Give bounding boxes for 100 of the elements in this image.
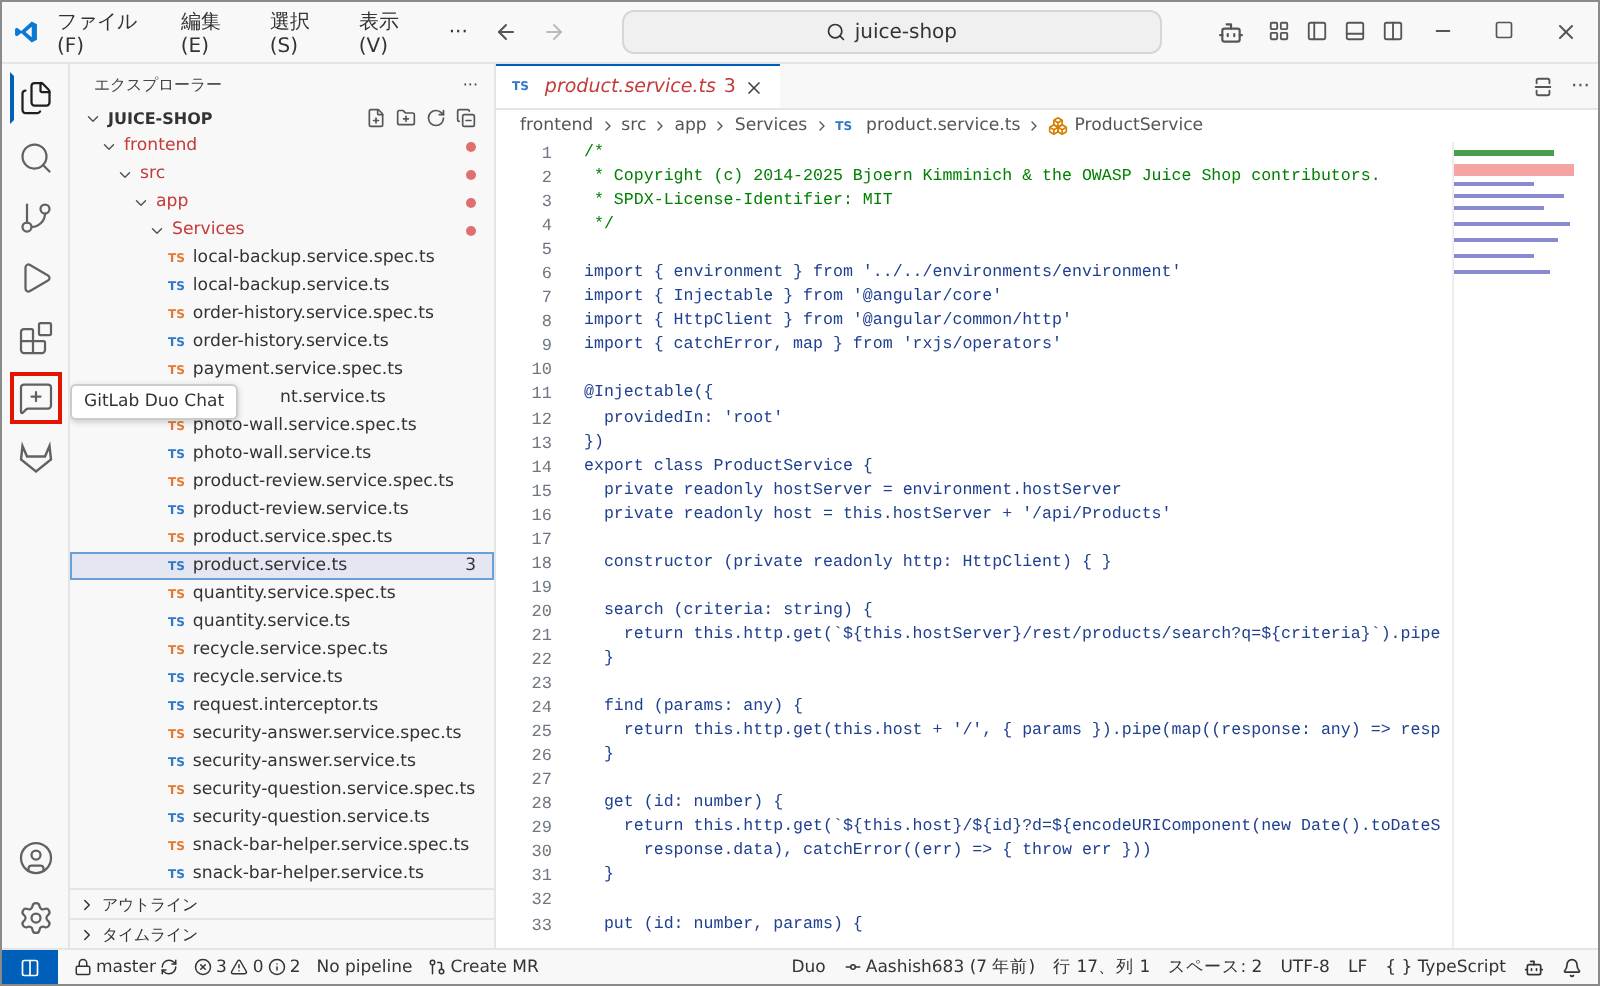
file-item[interactable]: local-backup.service.spec.ts xyxy=(192,248,435,268)
menu-item[interactable]: 選択(S) xyxy=(259,3,341,61)
refresh-icon[interactable] xyxy=(426,108,446,128)
panel-header[interactable]: アウトライン xyxy=(102,893,198,915)
line-number: 15 xyxy=(529,479,552,504)
status-item[interactable]: LF xyxy=(1347,957,1368,977)
panel-header[interactable]: タイムライン xyxy=(102,923,198,945)
line-number: 10 xyxy=(529,358,552,383)
remote-icon[interactable] xyxy=(2,950,58,984)
code-line: import { HttpClient } from '@angular/common/http' xyxy=(584,310,1072,335)
pipeline-status[interactable]: No pipeline xyxy=(316,957,413,977)
file-item[interactable]: photo-wall.service.ts xyxy=(192,444,372,464)
status-item[interactable]: 行 17、列 1 xyxy=(1053,955,1151,979)
new-file-icon[interactable] xyxy=(366,108,386,128)
breadcrumb-item[interactable]: frontend xyxy=(520,116,594,136)
info-count[interactable]: 2 xyxy=(289,957,301,977)
file-item[interactable]: product-review.service.ts xyxy=(192,500,409,520)
file-item[interactable]: request.interceptor.ts xyxy=(192,696,379,716)
code-line: get (id: number) { xyxy=(601,792,784,817)
create-mr-link[interactable]: Create MR xyxy=(450,957,539,977)
sidebar-title: エクスプローラー xyxy=(94,73,222,95)
code-line: return this.http.get(`${this.hostServer}/rest/products/search?q=${criteria}`).pipe xyxy=(621,623,1441,648)
line-number: 21 xyxy=(529,623,552,648)
file-item[interactable]: quantity.service.ts xyxy=(192,612,351,632)
breadcrumb-item[interactable]: product.service.ts xyxy=(866,116,1021,136)
code-line: return this.http.get(this.host + '/', { params }).pipe(map((response: any) => resp xyxy=(621,720,1441,745)
warning-count[interactable]: 0 xyxy=(252,957,264,977)
status-item[interactable]: UTF-8 xyxy=(1280,957,1330,977)
more-actions[interactable]: ··· xyxy=(462,75,478,93)
line-number: 2 xyxy=(539,166,552,191)
file-item[interactable]: security-answer.service.spec.ts xyxy=(192,724,462,744)
line-number: 9 xyxy=(539,334,552,359)
branch-name[interactable]: master xyxy=(96,957,156,977)
menu-item[interactable]: ··· xyxy=(438,17,478,47)
collapse-icon[interactable] xyxy=(456,108,476,128)
file-item[interactable]: security-question.service.ts xyxy=(192,808,430,828)
code-line: import { environment } from '../../environments/environment' xyxy=(584,262,1182,287)
breadcrumb-item[interactable]: app xyxy=(674,116,707,136)
chat-icon[interactable] xyxy=(9,372,61,424)
file-item[interactable]: photo-wall.service.spec.ts xyxy=(192,416,417,436)
more-icon[interactable]: ··· xyxy=(1562,75,1598,97)
file-item[interactable]: quantity.service.spec.ts xyxy=(192,584,396,604)
file-item[interactable]: product.service.spec.ts xyxy=(192,528,393,548)
code-line: response.data), catchError((err) => { throw err })) xyxy=(641,840,1152,865)
file-item[interactable]: snack-bar-helper.service.ts xyxy=(192,864,424,884)
menu-item[interactable]: ファイル(F) xyxy=(47,3,163,61)
file-item[interactable]: recycle.service.spec.ts xyxy=(192,640,389,660)
search-icon xyxy=(826,22,847,42)
folder-item[interactable]: Services xyxy=(172,220,245,240)
line-number: 26 xyxy=(529,744,552,769)
line-number: 7 xyxy=(539,286,552,311)
command-search-field[interactable]: juice-shop xyxy=(621,10,1162,54)
file-item[interactable]: product-review.service.spec.ts xyxy=(192,472,454,492)
code-line: } xyxy=(601,744,614,769)
status-item[interactable]: Aashish683 (7 年前) xyxy=(865,955,1036,979)
line-number: 29 xyxy=(529,816,552,841)
file-item[interactable]: security-answer.service.ts xyxy=(192,752,417,772)
copilot-icon[interactable] xyxy=(1524,957,1544,977)
folder-item[interactable]: src xyxy=(140,164,166,184)
folder-item[interactable]: frontend xyxy=(124,136,198,156)
status-item[interactable]: { } TypeScript xyxy=(1385,957,1506,977)
code-line: import { catchError, map } from 'rxjs/operators' xyxy=(584,334,1062,359)
workspace-name[interactable]: JUICE-SHOP xyxy=(108,109,213,127)
code-line: find (params: any) { xyxy=(601,696,804,721)
file-item[interactable]: order-history.service.spec.ts xyxy=(192,304,434,324)
line-number: 25 xyxy=(529,720,552,745)
new-folder-icon[interactable] xyxy=(396,108,416,128)
status-item[interactable]: Duo xyxy=(791,957,826,977)
close-icon[interactable] xyxy=(743,77,764,97)
status-item[interactable]: スペース: 2 xyxy=(1168,955,1263,979)
code-line: } xyxy=(601,647,614,672)
file-item[interactable]: product.service.ts xyxy=(192,556,348,576)
line-number: 19 xyxy=(529,575,552,600)
line-number: 31 xyxy=(529,864,552,889)
notification-icon[interactable] xyxy=(1562,957,1582,977)
file-item[interactable]: local-backup.service.ts xyxy=(192,276,390,296)
file-item[interactable]: nt.service.ts xyxy=(280,388,386,408)
file-item[interactable]: recycle.service.ts xyxy=(192,668,343,688)
code-line: constructor (private readonly http: HttpClient) { } xyxy=(601,551,1112,576)
line-number: 13 xyxy=(529,431,552,456)
folder-item[interactable]: app xyxy=(156,192,189,212)
sync-icon[interactable] xyxy=(159,958,178,976)
comment-line: * SPDX-License-Identifier: MIT xyxy=(591,190,893,215)
breadcrumb-item[interactable]: ProductService xyxy=(1074,116,1204,136)
code-line: private readonly host = this.hostServer + '/api/Products' xyxy=(601,503,1172,528)
breadcrumb-item[interactable]: src xyxy=(621,116,647,136)
file-item[interactable]: order-history.service.ts xyxy=(192,332,389,352)
line-number: 20 xyxy=(529,599,552,624)
line-number: 30 xyxy=(529,840,552,865)
line-number: 23 xyxy=(529,672,552,697)
breadcrumb-item[interactable]: Services xyxy=(734,116,808,136)
file-item[interactable]: payment.service.spec.ts xyxy=(192,360,403,380)
file-item[interactable]: security-question.service.spec.ts xyxy=(192,780,476,800)
menu-item[interactable]: 編集(E) xyxy=(170,3,252,61)
code-line: }) xyxy=(584,431,604,456)
line-number: 14 xyxy=(529,455,552,480)
code-line: } xyxy=(601,864,614,889)
error-count[interactable]: 3 xyxy=(215,957,227,977)
file-item[interactable]: snack-bar-helper.service.spec.ts xyxy=(192,836,470,856)
menu-item[interactable]: 表示(V) xyxy=(348,3,431,61)
